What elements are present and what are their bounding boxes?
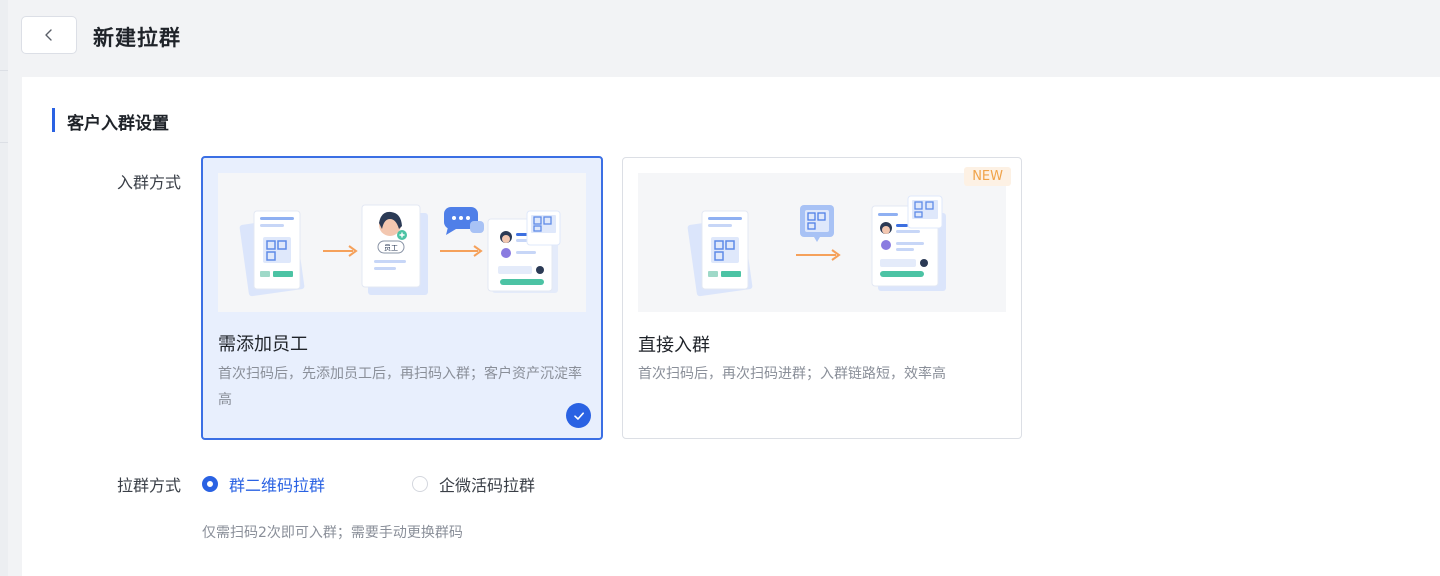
join-option-direct-card[interactable]: NEW 直接入群 首次扫码后，再次扫码进群；入群链路短，效率高 <box>622 157 1022 439</box>
section-title: 客户入群设置 <box>67 114 169 134</box>
selected-check-icon <box>566 403 591 428</box>
direct-join-illustration <box>638 173 1006 312</box>
radio-unselected-icon[interactable] <box>412 476 428 492</box>
join-method-label: 入群方式 <box>117 173 182 192</box>
staff-tag-text: 员工 <box>384 244 398 252</box>
pull-method-label: 拉群方式 <box>117 476 182 495</box>
left-edge-divider <box>0 142 8 143</box>
pull-method-hint: 仅需扫码2次即可入群；需要手动更换群码 <box>202 525 463 541</box>
card-description: 首次扫码后，先添加员工后，再扫码入群；客户资产沉淀率高 <box>218 366 582 408</box>
radio-selected-icon[interactable] <box>202 476 218 492</box>
section-accent-bar <box>52 108 55 132</box>
new-badge: NEW <box>964 167 1011 186</box>
radio-group-qr[interactable]: 群二维码拉群 <box>202 472 325 496</box>
card-title: 直接入群 <box>638 335 710 356</box>
radio-label[interactable]: 企微活码拉群 <box>439 472 535 496</box>
chevron-left-icon <box>45 29 52 41</box>
radio-label[interactable]: 群二维码拉群 <box>229 472 325 496</box>
add-staff-illustration: 员工 <box>218 173 586 312</box>
left-edge-divider <box>0 70 8 71</box>
radio-wecom-live-code[interactable]: 企微活码拉群 <box>412 472 535 496</box>
card-description: 首次扫码后，再次扫码进群；入群链路短，效率高 <box>638 366 946 382</box>
join-option-add-staff-card[interactable]: 员工 需添加员工 首次扫码后，先添加员工后，再扫码入群；客户资产沉淀率高 <box>201 156 603 440</box>
card-title: 需添加员工 <box>218 334 308 355</box>
back-button[interactable] <box>21 16 77 54</box>
left-edge <box>0 0 8 576</box>
page-title: 新建拉群 <box>93 26 181 50</box>
